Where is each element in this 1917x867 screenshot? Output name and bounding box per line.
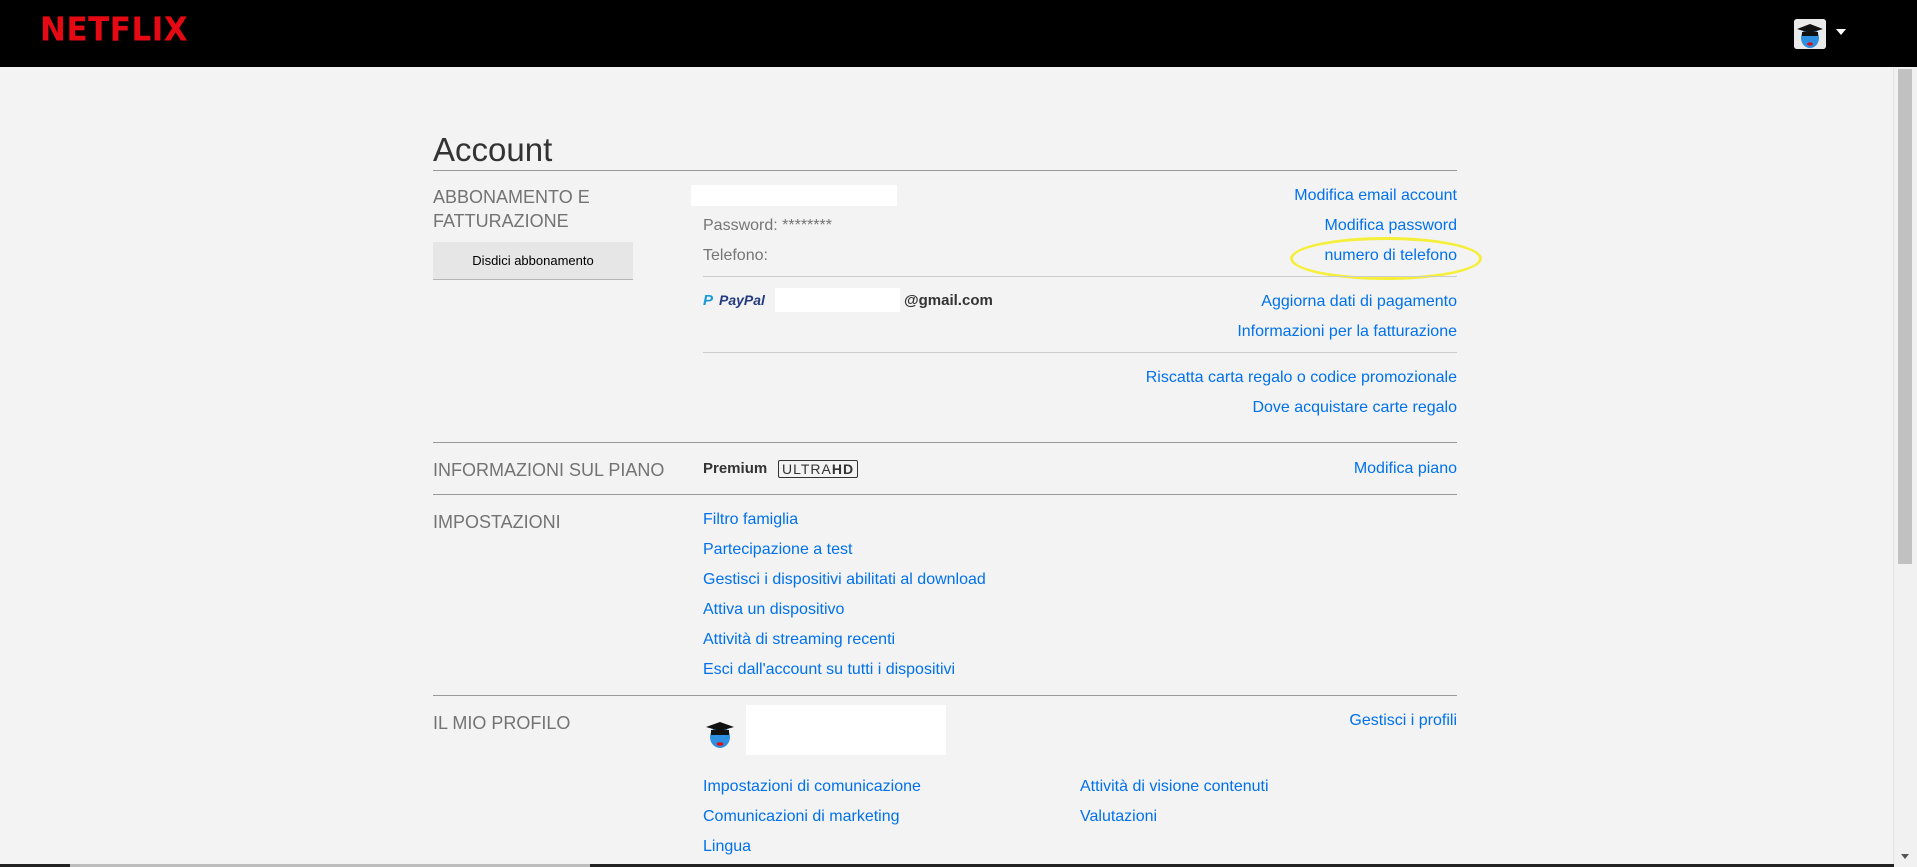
profile-link-language[interactable]: Lingua xyxy=(703,838,751,856)
profile-avatar-icon xyxy=(703,716,737,750)
settings-link-test-participation[interactable]: Partecipazione a test xyxy=(703,541,852,559)
phone-label: Telefono: xyxy=(703,247,768,264)
password-text: Password: ******** xyxy=(703,217,832,234)
redacted-email xyxy=(691,185,897,206)
manage-profiles-link[interactable]: Gestisci i profili xyxy=(1349,712,1457,730)
redacted-profile-name xyxy=(746,705,946,755)
badge-text-bold: HD xyxy=(831,461,855,477)
highlight-annotation xyxy=(1290,237,1482,280)
ultra-hd-badge: ULTRAHD xyxy=(778,460,859,478)
scrollbar-thumb[interactable] xyxy=(1898,69,1912,564)
profile-link-marketing-communications[interactable]: Comunicazioni di marketing xyxy=(703,808,900,826)
billing-info-link[interactable]: Informazioni per la fatturazione xyxy=(1237,323,1457,341)
settings-link-download-devices[interactable]: Gestisci i dispositivi abilitati al down… xyxy=(703,571,986,589)
divider xyxy=(433,494,1457,495)
section-label-membership: ABBONAMENTO E FATTURAZIONE xyxy=(433,185,590,233)
page-title: Account xyxy=(433,131,553,169)
paypal-logo: P PayPal xyxy=(703,292,765,309)
where-buy-gift-cards-link[interactable]: Dove acquistare carte regalo xyxy=(1252,399,1457,417)
netflix-logo[interactable]: NETFLIX xyxy=(40,11,188,49)
vertical-scrollbar[interactable] xyxy=(1893,67,1917,867)
divider xyxy=(703,352,1457,353)
plan-name: Premium xyxy=(703,460,768,477)
section-label-plan: INFORMAZIONI SUL PIANO xyxy=(433,460,665,480)
payment-email-suffix: @gmail.com xyxy=(904,292,993,309)
settings-link-sign-out-all[interactable]: Esci dall'account su tutti i dispositivi xyxy=(703,661,955,679)
cancel-membership-button[interactable]: Disdici abbonamento xyxy=(433,242,633,279)
badge-text: ULTRA xyxy=(782,461,832,477)
redeem-gift-card-link[interactable]: Riscatta carta regalo o codice promozion… xyxy=(1146,369,1457,387)
account-container: Account ABBONAMENTO E FATTURAZIONE Disdi… xyxy=(433,67,1482,867)
section-label-line: ABBONAMENTO E xyxy=(433,187,590,207)
divider xyxy=(703,276,1457,277)
payment-method-label: PayPal xyxy=(719,292,765,308)
divider xyxy=(433,170,1457,171)
scroll-down-arrow-icon[interactable] xyxy=(1901,854,1909,859)
profile-avatar-icon[interactable] xyxy=(1794,19,1826,49)
section-label-line: FATTURAZIONE xyxy=(433,211,569,231)
edit-password-link[interactable]: Modifica password xyxy=(1325,217,1458,235)
settings-link-recent-streaming[interactable]: Attività di streaming recenti xyxy=(703,631,895,649)
paypal-icon: P xyxy=(703,292,714,309)
top-nav-bar: NETFLIX xyxy=(0,0,1917,67)
redacted-payment-email xyxy=(775,288,900,312)
profile-link-viewing-activity[interactable]: Attività di visione contenuti xyxy=(1080,778,1269,796)
settings-link-parental-controls[interactable]: Filtro famiglia xyxy=(703,511,798,529)
section-label-profile: IL MIO PROFILO xyxy=(433,713,571,733)
edit-email-link[interactable]: Modifica email account xyxy=(1294,187,1457,205)
divider xyxy=(433,442,1457,443)
profile-link-communication-settings[interactable]: Impostazioni di comunicazione xyxy=(703,778,921,796)
profile-menu-caret-icon[interactable] xyxy=(1836,29,1846,35)
section-label-settings: IMPOSTAZIONI xyxy=(433,512,561,532)
change-plan-link[interactable]: Modifica piano xyxy=(1354,460,1457,478)
update-payment-link[interactable]: Aggiorna dati di pagamento xyxy=(1261,293,1457,311)
profile-link-ratings[interactable]: Valutazioni xyxy=(1080,808,1157,826)
settings-link-activate-device[interactable]: Attiva un dispositivo xyxy=(703,601,844,619)
divider xyxy=(433,695,1457,696)
